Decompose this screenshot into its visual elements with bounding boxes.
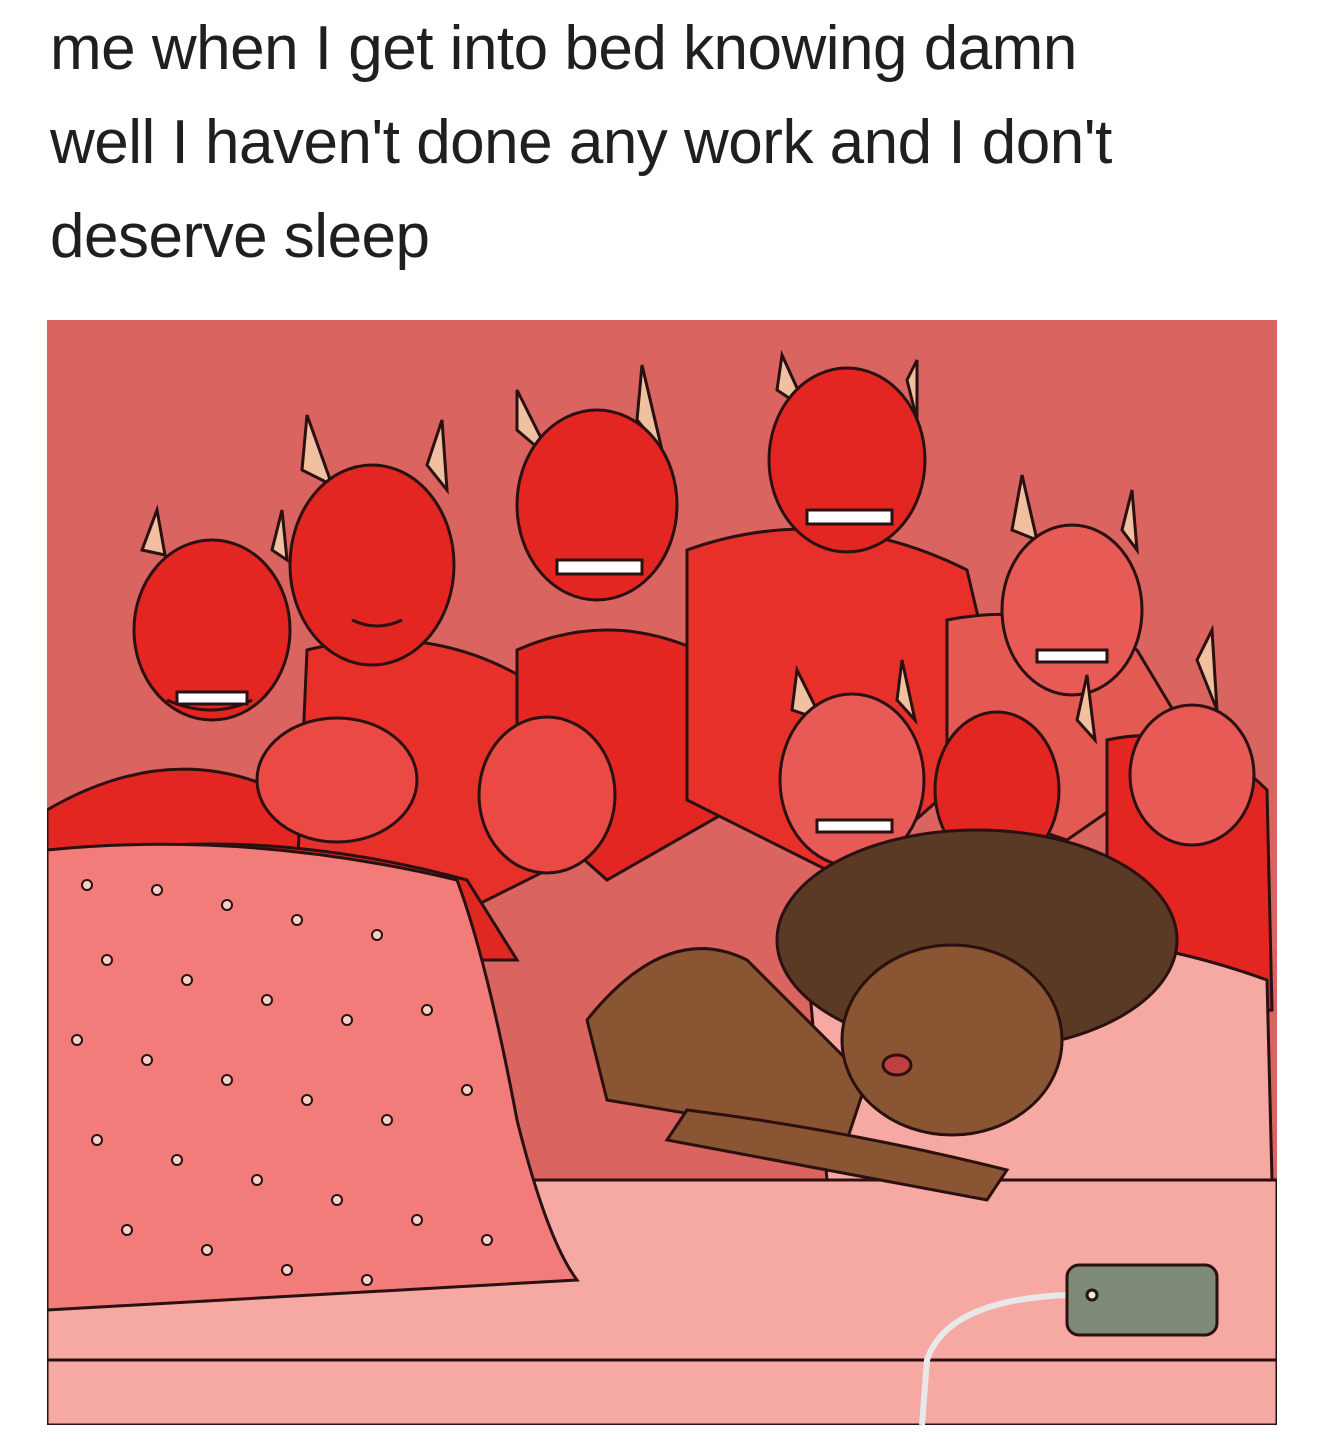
- devils-in-bed-drawing: [47, 320, 1277, 1425]
- caption-line-3: deserve sleep: [50, 202, 430, 271]
- caption-line-2: well I haven't done any work and I don't: [50, 108, 1112, 177]
- meme-caption: me when I get into bed knowing damn well…: [50, 2, 1290, 284]
- caption-line-1: me when I get into bed knowing damn: [50, 14, 1077, 83]
- meme-illustration: [47, 320, 1277, 1425]
